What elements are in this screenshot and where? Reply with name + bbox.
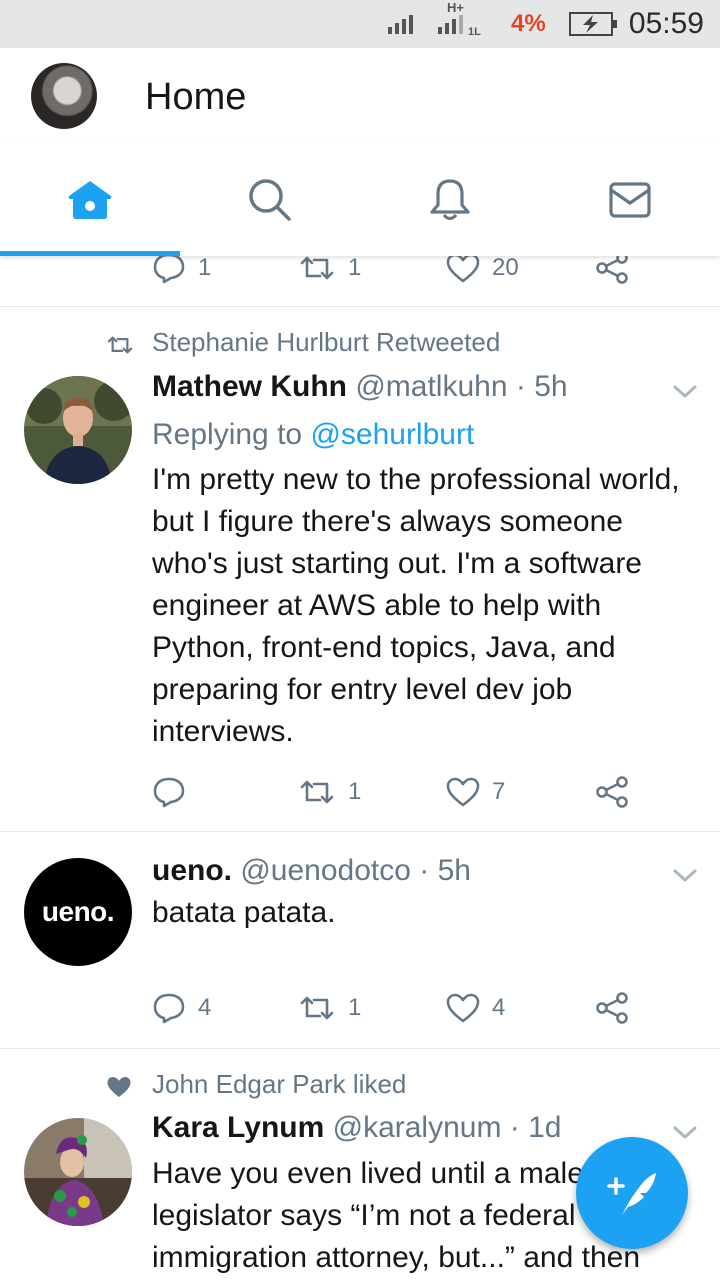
tweet-header: Kara Lynum @karalynum · 1d (152, 1111, 562, 1145)
replying-prefix: Replying to (152, 418, 303, 451)
replying-to: Replying to @sehurlburt (152, 418, 474, 452)
heart-filled-icon (107, 1077, 131, 1097)
display-name[interactable]: ueno. (152, 854, 232, 887)
tab-search[interactable] (180, 144, 360, 256)
avatar-photo (24, 376, 132, 484)
tweet-actions: 4 1 4 (152, 988, 652, 1028)
reply-button[interactable]: 1 (152, 256, 211, 288)
like-count: 20 (492, 256, 519, 281)
chevron-down-icon[interactable] (672, 868, 698, 884)
chevron-down-icon[interactable] (672, 1125, 698, 1141)
tweet-text: batata patata. (152, 896, 336, 929)
share-button[interactable] (595, 256, 629, 288)
sim-indicator: 1L (468, 26, 481, 38)
clock: 05:59 (628, 7, 704, 40)
divider (0, 306, 720, 307)
tweet-text: I'm pretty new to the professional world… (152, 463, 680, 748)
timeline-feed[interactable]: 1 1 20 Stephanie Hurlburt Retweeted Math… (0, 256, 720, 1280)
reply-icon (153, 777, 185, 808)
avatar-logo-text: ueno. (41, 896, 115, 927)
timestamp: · 5h (419, 854, 471, 887)
retweet-button[interactable]: 1 (298, 772, 361, 812)
tweet-header: Mathew Kuhn @matlkuhn · 5h (152, 370, 568, 404)
reply-count: 4 (198, 994, 212, 1021)
signal-icon (388, 15, 413, 34)
retweet-button[interactable]: 1 (298, 988, 361, 1028)
chevron-down-icon[interactable] (672, 384, 698, 400)
social-context: John Edgar Park liked (152, 1069, 407, 1099)
timestamp: · 5h (515, 370, 568, 403)
timestamp: · 1d (509, 1111, 562, 1144)
tab-messages[interactable] (540, 144, 720, 256)
page-title: Home (145, 76, 247, 118)
tab-notifications[interactable] (360, 144, 540, 256)
retweet-icon (300, 256, 334, 280)
reply-button[interactable]: 4 (152, 988, 211, 1028)
tweet-actions: 1 1 20 (152, 256, 652, 288)
avatar[interactable] (24, 1118, 132, 1226)
heart-icon (446, 993, 480, 1023)
tweet-header: ueno. @uenodotco · 5h (152, 854, 471, 888)
signal-icon-2 (438, 15, 463, 34)
profile-avatar[interactable] (31, 63, 97, 129)
like-count: 4 (492, 994, 506, 1021)
battery-percent: 4% (511, 10, 546, 37)
home-icon (68, 181, 112, 219)
social-context: Stephanie Hurlburt Retweeted (152, 327, 501, 357)
reply-button[interactable] (152, 772, 198, 812)
heart-icon (446, 777, 480, 807)
reply-icon (153, 256, 185, 284)
compose-tweet-button[interactable] (576, 1137, 688, 1249)
battery-charging-icon (569, 12, 617, 36)
status-bar: H+ 1L 4% 05:59 (0, 0, 720, 48)
heart-icon (446, 256, 480, 283)
bell-icon (430, 179, 470, 221)
like-button[interactable]: 7 (446, 772, 505, 812)
avatar[interactable]: ueno. (24, 858, 132, 966)
avatar[interactable] (24, 376, 132, 484)
retweet-icon (300, 996, 334, 1020)
retweet-count: 1 (348, 778, 362, 805)
reply-count: 1 (198, 256, 212, 281)
share-icon (596, 992, 628, 1024)
display-name[interactable]: Kara Lynum (152, 1111, 324, 1144)
share-icon (596, 776, 628, 808)
network-type: H+ (447, 0, 464, 15)
retweet-count: 1 (348, 256, 362, 281)
divider (0, 1048, 720, 1049)
retweet-count: 1 (348, 994, 362, 1021)
retweet-context-icon (107, 336, 133, 354)
retweet-button[interactable]: 1 (298, 256, 361, 288)
share-button[interactable] (595, 772, 629, 812)
divider (0, 831, 720, 832)
tweet-actions: 1 7 (152, 772, 652, 812)
handle[interactable]: @uenodotco (240, 854, 411, 887)
retweet-icon (300, 780, 334, 804)
handle[interactable]: @matlkuhn (355, 370, 507, 403)
reply-icon (153, 993, 185, 1024)
envelope-icon (609, 182, 651, 218)
app-header: Home (0, 48, 720, 144)
active-tab-indicator (0, 251, 180, 256)
search-icon (249, 179, 291, 221)
tab-home[interactable] (0, 144, 180, 256)
like-count: 7 (492, 778, 506, 805)
display-name[interactable]: Mathew Kuhn (152, 370, 347, 403)
tab-bar (0, 144, 720, 256)
share-icon (596, 256, 628, 284)
mention-link[interactable]: @sehurlburt (310, 418, 474, 451)
like-button[interactable]: 4 (446, 988, 505, 1028)
compose-feather-icon (607, 1173, 656, 1215)
like-button[interactable]: 20 (446, 256, 519, 288)
share-button[interactable] (595, 988, 629, 1028)
handle[interactable]: @karalynum (333, 1111, 502, 1144)
avatar-photo (24, 1118, 132, 1226)
